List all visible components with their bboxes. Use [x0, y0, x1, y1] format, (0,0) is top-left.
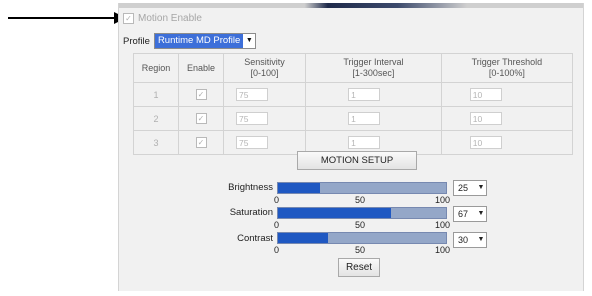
chevron-down-icon: ▼ [477, 210, 485, 217]
region-cell: 2 [133, 106, 179, 131]
brightness-tick-min: 0 [274, 195, 280, 205]
enable-cell: ✓ [178, 130, 224, 155]
sensitivity-cell: 75 [222, 82, 307, 107]
contrast-slider[interactable] [277, 232, 447, 244]
annotation-arrow-shaft [8, 17, 118, 19]
brightness-select[interactable]: 25 ▼ [453, 180, 487, 196]
trigger-interval-cell: 1 [305, 106, 442, 131]
brightness-slider[interactable] [277, 182, 447, 194]
header-sensitivity-line2: [0-100] [250, 68, 279, 78]
brightness-select-value: 25 [458, 183, 469, 193]
contrast-select[interactable]: 30 ▼ [453, 232, 487, 248]
trigger-threshold-input[interactable]: 10 [469, 136, 502, 149]
trigger-interval-input[interactable]: 1 [348, 112, 381, 125]
saturation-slider[interactable] [277, 207, 447, 219]
trigger-threshold-input[interactable]: 10 [469, 112, 502, 125]
saturation-label: Saturation [229, 207, 273, 218]
region-cell: 1 [133, 82, 179, 107]
chevron-down-icon[interactable]: ▼ [243, 34, 255, 48]
trigger-interval-input[interactable]: 1 [348, 136, 381, 149]
chevron-down-icon: ▼ [477, 184, 485, 191]
header-trigger-threshold-line2: [0-100%] [488, 68, 525, 78]
brightness-slider-fill [278, 183, 320, 193]
trigger-interval-cell: 1 [305, 82, 442, 107]
brightness-label: Brightness [228, 182, 273, 193]
header-sensitivity-line1: Sensitivity [244, 57, 285, 67]
sensitivity-cell: 75 [222, 130, 307, 155]
sensitivity-input[interactable]: 75 [236, 112, 268, 125]
contrast-select-value: 30 [458, 235, 469, 245]
header-sensitivity: Sensitivity [0-100] [222, 53, 307, 83]
enable-cell: ✓ [178, 106, 224, 131]
motion-setup-button[interactable]: MOTION SETUP [297, 151, 417, 170]
panel-top-bar [119, 3, 583, 8]
trigger-threshold-cell: 10 [440, 82, 574, 107]
saturation-select-value: 67 [458, 209, 469, 219]
saturation-select[interactable]: 67 ▼ [453, 206, 487, 222]
profile-select-value: Runtime MD Profile [154, 34, 244, 48]
chevron-down-icon: ▼ [477, 236, 485, 243]
region-table: Region Enable Sensitivity [0-100] Trigge… [133, 53, 574, 155]
contrast-tick-mid: 50 [355, 245, 366, 255]
contrast-tick-min: 0 [274, 245, 280, 255]
header-trigger-interval-line2: [1-300sec] [352, 68, 395, 78]
sensitivity-input[interactable]: 75 [236, 136, 268, 149]
region-enable-checkbox[interactable]: ✓ [195, 113, 207, 124]
region-enable-checkbox[interactable]: ✓ [195, 89, 207, 100]
table-header-row: Region Enable Sensitivity [0-100] Trigge… [133, 53, 574, 83]
motion-enable-checkbox[interactable]: ✓ [123, 13, 134, 24]
trigger-threshold-cell: 10 [440, 130, 574, 155]
saturation-slider-fill [278, 208, 391, 218]
sensitivity-cell: 75 [222, 106, 307, 131]
region-enable-checkbox[interactable]: ✓ [195, 137, 207, 148]
profile-select[interactable]: Runtime MD Profile ▼ [153, 33, 257, 49]
brightness-tick-max: 100 [435, 195, 451, 205]
region-cell: 3 [133, 130, 179, 155]
table-row: 1 ✓ 75 1 10 [133, 82, 574, 107]
header-trigger-threshold-line1: Trigger Threshold [471, 57, 543, 67]
header-enable: Enable [178, 53, 224, 83]
trigger-threshold-input[interactable]: 10 [469, 88, 502, 101]
trigger-interval-input[interactable]: 1 [348, 88, 381, 101]
brightness-tick-mid: 50 [355, 195, 366, 205]
profile-row: Profile Runtime MD Profile ▼ [123, 33, 257, 49]
header-trigger-interval-line1: Trigger Interval [343, 57, 404, 67]
trigger-threshold-cell: 10 [440, 106, 574, 131]
header-trigger-interval: Trigger Interval [1-300sec] [305, 53, 442, 83]
header-trigger-threshold: Trigger Threshold [0-100%] [440, 53, 574, 83]
saturation-tick-max: 100 [435, 220, 451, 230]
enable-cell: ✓ [178, 82, 224, 107]
motion-detection-panel: ✓ Motion Enable Profile Runtime MD Profi… [118, 3, 584, 291]
sensitivity-input[interactable]: 75 [236, 88, 268, 101]
table-row: 2 ✓ 75 1 10 [133, 106, 574, 131]
profile-label: Profile [123, 35, 150, 47]
reset-button[interactable]: Reset [338, 258, 380, 277]
motion-enable-row: ✓ Motion Enable [123, 13, 202, 24]
contrast-slider-fill [278, 233, 329, 243]
saturation-tick-mid: 50 [355, 220, 366, 230]
header-region: Region [133, 53, 179, 83]
contrast-label: Contrast [237, 233, 273, 244]
saturation-tick-min: 0 [274, 220, 280, 230]
contrast-tick-max: 100 [435, 245, 451, 255]
motion-enable-label: Motion Enable [138, 13, 202, 24]
